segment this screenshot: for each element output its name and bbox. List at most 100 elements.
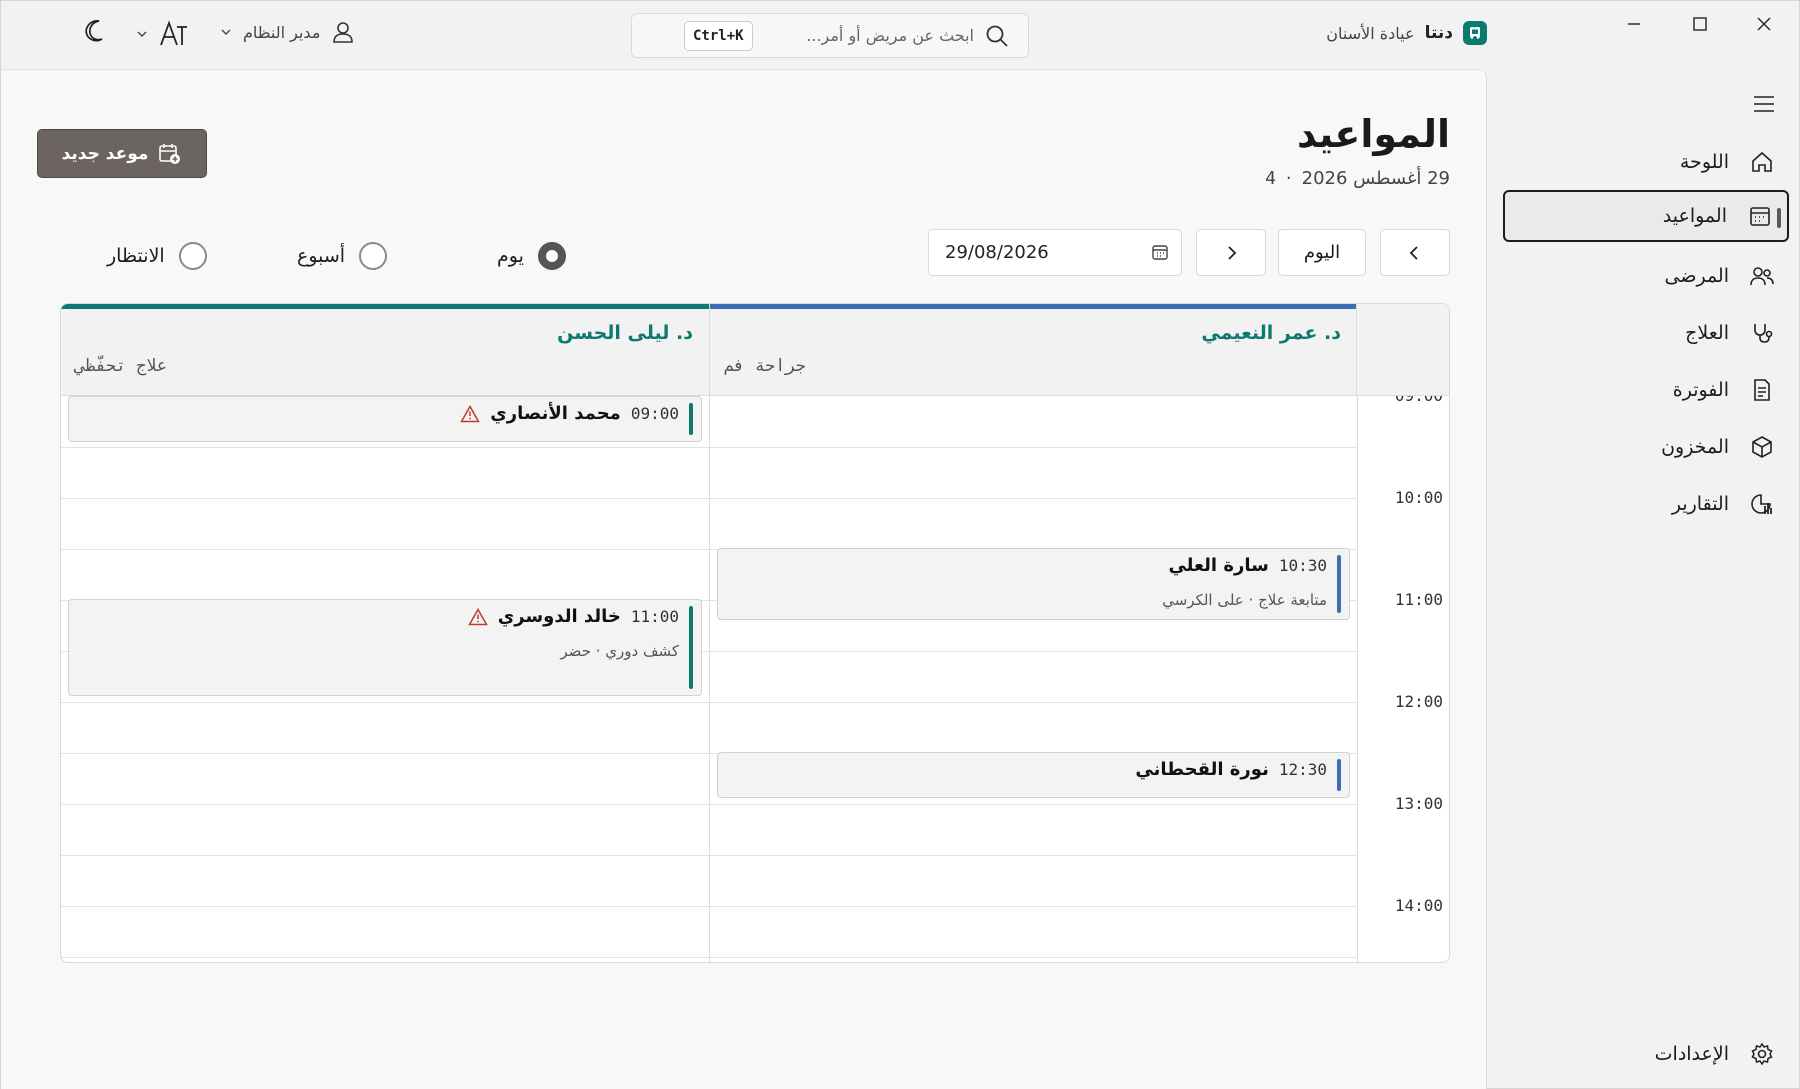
sidebar: اللوحة المواعيد المرضى العلاج الفوترة ال…: [1485, 69, 1799, 1089]
calendar-icon: [1747, 203, 1773, 229]
calendar-picker-icon[interactable]: [1151, 243, 1169, 261]
new-appointment-button[interactable]: موعد جديد: [37, 129, 207, 178]
appointment-card[interactable]: 11:00 خالد الدوسري كشف دوري · حضر: [68, 599, 702, 696]
search-icon: [986, 25, 1008, 47]
appointment-stripe: [1337, 555, 1341, 613]
sidebar-item-appointments[interactable]: المواعيد: [1503, 190, 1789, 242]
user-name: مدير النظام: [243, 22, 321, 42]
time-label: 11:00: [1394, 590, 1443, 609]
sidebar-item-settings[interactable]: الإعدادات: [1503, 1028, 1789, 1080]
app-brand: دنتا عيادة الأسنان: [1326, 21, 1487, 45]
user-menu[interactable]: مدير النظام: [219, 19, 356, 45]
minimize-window-button[interactable]: [1605, 7, 1663, 41]
sidebar-item-billing[interactable]: الفوترة: [1503, 364, 1789, 416]
sidebar-item-inventory[interactable]: المخزون: [1503, 421, 1789, 473]
today-button[interactable]: اليوم: [1278, 229, 1366, 276]
shortcut-badge: Ctrl+K: [684, 21, 753, 51]
view-waiting-label: الانتظار: [107, 245, 165, 267]
brand-subtitle: عيادة الأسنان: [1326, 23, 1415, 43]
brand-name: دنتا: [1424, 23, 1453, 43]
patient-name: نورة القحطاني: [1135, 759, 1269, 780]
close-window-button[interactable]: [1735, 7, 1793, 41]
title-bar: دنتا عيادة الأسنان ابحث عن مريض أو أمر..…: [1, 1, 1800, 69]
settings-label: الإعدادات: [1654, 1043, 1729, 1065]
appointment-stripe: [689, 606, 693, 689]
text-size-icon: [160, 20, 187, 46]
appointment-time: 10:30: [1278, 556, 1327, 575]
radio-indicator: [178, 242, 207, 270]
minimize-icon: [1628, 23, 1640, 25]
page-subtitle: 29 أغسطس 2026 · 4: [1265, 168, 1450, 189]
sidebar-item-treatment[interactable]: العلاج: [1503, 307, 1789, 359]
sidebar-item-label: المواعيد: [1662, 205, 1727, 227]
separator-dot: ·: [1285, 168, 1292, 189]
tooth-logo-icon: [1463, 21, 1487, 45]
hamburger-menu-icon[interactable]: [1751, 91, 1777, 117]
appointment-card[interactable]: 09:00 محمد الأنصاري: [68, 396, 702, 442]
search-box[interactable]: ابحث عن مريض أو أمر... Ctrl+K: [631, 13, 1029, 58]
patient-name: سارة العلي: [1168, 555, 1269, 576]
appointment-header: 12:30 نورة القحطاني: [1135, 759, 1327, 780]
appointment-time: 11:00: [630, 607, 679, 626]
sidebar-item-label: اللوحة: [1679, 151, 1729, 173]
date-picker-input[interactable]: 29/08/2026: [928, 229, 1182, 276]
view-day-radio[interactable]: يوم: [497, 242, 566, 270]
doctor-name[interactable]: د. عمر النعيمي: [1201, 322, 1341, 344]
view-waiting-radio[interactable]: الانتظار: [107, 242, 207, 270]
appointment-count: 4: [1265, 168, 1276, 189]
appointment-header: 10:30 سارة العلي: [1168, 555, 1327, 576]
sidebar-item-label: العلاج: [1685, 322, 1729, 344]
radio-indicator: [537, 242, 566, 270]
appointment-stripe: [689, 403, 693, 435]
active-indicator: [1777, 208, 1781, 228]
sidebar-item-patients[interactable]: المرضى: [1503, 250, 1789, 302]
home-icon: [1749, 149, 1775, 175]
sidebar-item-label: المرضى: [1664, 265, 1729, 287]
appointment-card[interactable]: 12:30 نورة القحطاني: [717, 752, 1350, 798]
doctor-specialty: علاج تحفّظي: [75, 356, 168, 376]
stethoscope-icon: [1749, 320, 1775, 346]
reports-icon: [1749, 491, 1775, 517]
view-week-radio[interactable]: أسبوع: [297, 242, 388, 270]
box-icon: [1749, 434, 1775, 460]
maximize-window-button[interactable]: [1671, 7, 1729, 41]
appointment-detail: كشف دوري · حضر: [560, 642, 679, 660]
view-week-label: أسبوع: [297, 245, 346, 267]
sidebar-item-reports[interactable]: التقارير: [1503, 478, 1789, 530]
time-label: 12:00: [1394, 692, 1443, 711]
user-icon: [333, 22, 354, 43]
time-label: 13:00: [1394, 794, 1443, 813]
chevron-down-icon: [137, 31, 147, 37]
sidebar-item-label: المخزون: [1661, 436, 1729, 458]
appointment-card[interactable]: 10:30 سارة العلي متابعة علاج · على الكرس…: [717, 548, 1350, 620]
time-label: 10:00: [1394, 488, 1443, 507]
sidebar-item-label: التقارير: [1671, 493, 1729, 515]
appointment-detail: متابعة علاج · على الكرسي: [1162, 591, 1327, 609]
main-panel: المواعيد 29 أغسطس 2026 · 4 موعد جديد الي…: [1, 69, 1487, 1089]
appointment-time: 09:00: [630, 404, 679, 423]
warning-icon: [460, 404, 481, 422]
app-window: دنتا عيادة الأسنان ابحث عن مريض أو أمر..…: [0, 0, 1800, 1089]
users-icon: [1749, 263, 1775, 289]
prev-day-button[interactable]: [1380, 229, 1450, 276]
page-title: المواعيد: [1296, 112, 1450, 156]
sidebar-item-dashboard[interactable]: اللوحة: [1503, 136, 1789, 188]
next-day-button[interactable]: [1196, 229, 1266, 276]
moon-icon: [85, 20, 103, 42]
sidebar-item-label: الفوترة: [1672, 379, 1729, 401]
doctor-column-header: د. ليلى الحسن علاج تحفّظي: [61, 304, 709, 396]
patient-name: خالد الدوسري: [497, 606, 621, 627]
new-appointment-label: موعد جديد: [61, 143, 149, 164]
chevron-down-icon: [221, 29, 231, 35]
appointment-header: 09:00 محمد الأنصاري: [460, 403, 679, 424]
text-size-button[interactable]: [135, 17, 191, 51]
doctor-name[interactable]: د. ليلى الحسن: [557, 322, 693, 344]
theme-toggle-button[interactable]: [81, 17, 109, 45]
column-divider: [709, 304, 710, 962]
appointment-header: 11:00 خالد الدوسري: [467, 606, 679, 627]
appointment-time: 12:30: [1278, 760, 1327, 779]
today-label: اليوم: [1303, 242, 1341, 263]
doctor-column-header: د. عمر النعيمي جراحة فم: [710, 304, 1357, 396]
radio-indicator: [359, 242, 388, 270]
date-value: 29/08/2026: [945, 242, 1049, 263]
